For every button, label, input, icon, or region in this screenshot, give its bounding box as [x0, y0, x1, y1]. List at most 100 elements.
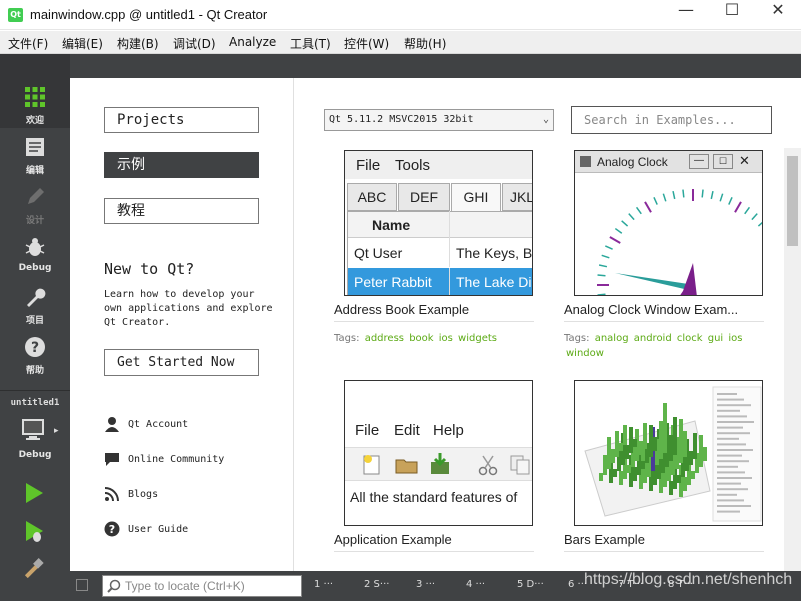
bar-mark	[625, 445, 629, 459]
help-circle-icon: ?	[104, 521, 120, 537]
projects-wrench-icon	[27, 288, 46, 307]
chevron-down-icon: ⌄	[542, 114, 549, 125]
mode-debug[interactable]: Debug	[0, 228, 70, 278]
bar-mark	[677, 475, 681, 483]
svg-text:?: ?	[109, 523, 115, 536]
settings-line	[717, 404, 751, 407]
link-label: Blogs	[128, 489, 159, 500]
mode-projects[interactable]: 项目	[0, 278, 70, 328]
bar-mark	[633, 439, 637, 447]
nav-examples-button[interactable]: 示例	[104, 152, 259, 178]
kit-selector[interactable]: ▸ Debug	[0, 412, 70, 464]
bar-mark	[599, 473, 603, 481]
copy-icon	[510, 455, 530, 475]
close-button[interactable]: ✕	[755, 0, 801, 30]
clock-tick	[682, 189, 685, 198]
settings-line	[717, 460, 749, 463]
title-bar: Qt mainwindow.cpp @ untitled1 - Qt Creat…	[0, 0, 801, 30]
settings-line	[717, 488, 748, 491]
build-hammer-icon[interactable]	[22, 558, 46, 582]
tag-link[interactable]: book	[409, 333, 433, 344]
tag-link[interactable]: address	[365, 333, 404, 344]
mode-selector: 欢迎 编辑 设计 Debug 项目 ? 帮助 untitled1 ▸ Debug	[0, 78, 70, 601]
tag-link[interactable]: widgets	[458, 333, 497, 344]
bar-mark	[663, 403, 667, 453]
mode-design[interactable]: 设计	[0, 178, 70, 228]
search-examples-input[interactable]: Search in Examples...	[571, 106, 772, 134]
mode-label: Debug	[18, 263, 52, 273]
debug-run-icon[interactable]	[23, 520, 45, 544]
menu-build[interactable]: 构建(B)	[117, 35, 159, 52]
get-started-button[interactable]: Get Started Now	[104, 349, 259, 376]
new-to-qt-heading: New to Qt?	[104, 260, 195, 278]
clock-tick	[597, 274, 606, 277]
tag-link[interactable]: android	[634, 333, 672, 344]
clock-tick	[701, 189, 704, 198]
mode-help[interactable]: ? 帮助	[0, 328, 70, 378]
clock-tick	[710, 190, 714, 200]
mode-welcome[interactable]: 欢迎	[0, 78, 70, 128]
settings-line	[717, 471, 745, 474]
scrollbar-thumb[interactable]	[787, 156, 798, 246]
settings-line	[717, 465, 738, 468]
bar-mark	[669, 481, 673, 495]
welcome-side-panel: Projects 示例 教程 New to Qt? Learn how to d…	[70, 78, 294, 571]
menu-bar: 文件(F) 编辑(E) 构建(B) 调试(D) Analyze 工具(T) 控件…	[0, 31, 801, 54]
new-to-qt-description: Learn how to develop your own applicatio…	[104, 289, 273, 328]
output-pane-search[interactable]: 2 S···	[364, 579, 389, 590]
chat-bubble-icon	[105, 453, 119, 466]
link-label: Qt Account	[128, 419, 189, 430]
settings-line	[717, 432, 750, 435]
menu-window[interactable]: 控件(W)	[344, 35, 389, 52]
bar-mark	[653, 437, 657, 451]
bar-mark	[693, 433, 697, 459]
bar-mark	[691, 471, 695, 479]
menu-tools[interactable]: 工具(T)	[290, 35, 331, 52]
monitor-icon	[22, 419, 44, 440]
output-pane-application[interactable]: 3 ···	[416, 579, 435, 590]
example-title: Bars Example	[564, 532, 764, 552]
tag-link[interactable]: ios	[728, 333, 742, 344]
tag-link[interactable]: clock	[677, 333, 703, 344]
clock-tick	[628, 213, 635, 221]
tag-link[interactable]: gui	[708, 333, 723, 344]
example-title: Application Example	[334, 532, 534, 552]
bar-mark	[613, 469, 617, 477]
examples-scrollbar[interactable]	[784, 148, 801, 571]
bar-mark	[611, 449, 615, 463]
menu-edit[interactable]: 编辑(E)	[62, 35, 103, 52]
menu-analyze[interactable]: Analyze	[229, 35, 276, 49]
run-icon[interactable]	[23, 482, 45, 504]
bars-3d-graph	[584, 386, 762, 522]
divider	[0, 390, 70, 391]
clock-tick	[662, 193, 667, 202]
edit-document-icon	[26, 138, 44, 156]
output-pane-issues[interactable]: 1 ···	[314, 579, 333, 590]
minimize-button[interactable]: —	[663, 0, 709, 30]
clock-tick	[744, 206, 751, 215]
tag-link[interactable]: ios	[439, 333, 453, 344]
maximize-button[interactable]: ☐	[709, 0, 755, 30]
nav-projects-button[interactable]: Projects	[104, 107, 259, 133]
qt-version-select[interactable]: Qt 5.11.2 MSVC2015 32bit ⌄	[324, 109, 554, 131]
menu-debug[interactable]: 调试(D)	[173, 35, 216, 52]
tag-link[interactable]: analog	[595, 333, 629, 344]
clock-tick	[644, 201, 652, 213]
output-pane-compile[interactable]: 4 ···	[466, 579, 485, 590]
thumb-header-name: Name	[348, 211, 450, 239]
bar-mark	[603, 455, 607, 475]
nav-tutorials-button[interactable]: 教程	[104, 198, 259, 224]
toggle-sidebar-button[interactable]	[76, 579, 88, 591]
mode-label: 项目	[25, 316, 44, 326]
bar-mark	[633, 467, 637, 481]
bar-mark	[689, 451, 693, 465]
menu-help[interactable]: 帮助(H)	[404, 35, 446, 52]
thumb-menu-file: File	[356, 157, 381, 174]
example-thumbnail	[574, 380, 763, 526]
mode-edit[interactable]: 编辑	[0, 128, 70, 178]
clock-tick	[598, 264, 608, 268]
tag-link[interactable]: window	[566, 348, 604, 359]
output-pane-debugger[interactable]: 5 D···	[517, 579, 544, 590]
menu-file[interactable]: 文件(F)	[8, 35, 48, 52]
locator-input[interactable]: Type to locate (Ctrl+K)	[102, 575, 302, 597]
